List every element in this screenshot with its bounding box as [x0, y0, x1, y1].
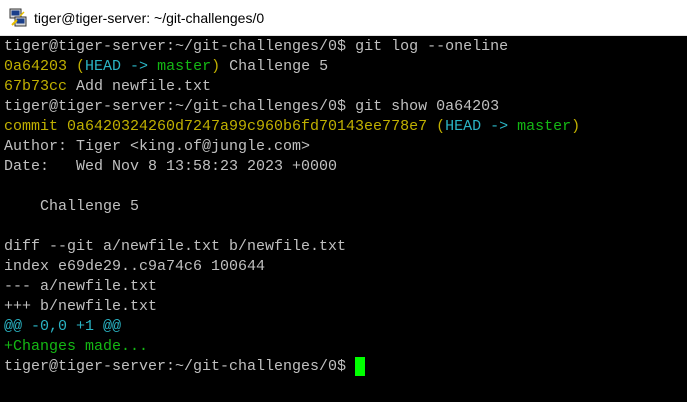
diff-hunk-header: @@ -0,0 +1 @@: [4, 318, 122, 335]
terminal-line: tiger@tiger-server:~/git-challenges/0$ g…: [4, 37, 687, 57]
terminal-line: 67b73cc Add newfile.txt: [4, 77, 687, 97]
commit-message: Add newfile.txt: [67, 78, 212, 95]
diff-old-file: --- a/newfile.txt: [4, 278, 158, 295]
index-line: index e69de29..c9a74c6 100644: [4, 258, 266, 275]
diff-new-file: +++ b/newfile.txt: [4, 298, 158, 315]
ref-close: ): [571, 118, 581, 135]
title-bar[interactable]: tiger@tiger-server: ~/git-challenges/0: [0, 0, 687, 36]
command: git log --oneline: [355, 38, 509, 55]
prompt: tiger@tiger-server:~/git-challenges/0$: [4, 38, 356, 55]
head-ref: HEAD ->: [445, 118, 509, 135]
branch-ref: master: [157, 58, 212, 75]
head-ref: HEAD ->: [85, 58, 149, 75]
window-title: tiger@tiger-server: ~/git-challenges/0: [34, 9, 265, 26]
command: git show 0a64203: [355, 98, 500, 115]
ref-open: (: [76, 58, 86, 75]
prompt: tiger@tiger-server:~/git-challenges/0$: [4, 98, 356, 115]
putty-icon: [8, 8, 28, 28]
ref-open: (: [436, 118, 446, 135]
date-line: Date: Wed Nov 8 13:58:23 2023 +0000: [4, 158, 338, 175]
cursor: [355, 357, 366, 376]
commit-hash: 67b73cc: [4, 78, 68, 95]
terminal-line: tiger@tiger-server:~/git-challenges/0$ g…: [4, 97, 687, 117]
author-line: Author: Tiger <king.of@jungle.com>: [4, 138, 311, 155]
terminal-window: tiger@tiger-server: ~/git-challenges/0 t…: [0, 0, 687, 402]
ref-close: ): [211, 58, 221, 75]
commit-hash: 0a64203: [4, 58, 68, 75]
prompt: tiger@tiger-server:~/git-challenges/0$: [4, 358, 356, 375]
diff-header: diff --git a/newfile.txt b/newfile.txt: [4, 238, 347, 255]
branch-ref: master: [517, 118, 572, 135]
terminal-output[interactable]: tiger@tiger-server:~/git-challenges/0$ g…: [0, 37, 687, 402]
terminal-line: tiger@tiger-server:~/git-challenges/0$: [4, 357, 687, 377]
terminal-line: commit 0a6420324260d7247a99c960b6fd70143…: [4, 117, 687, 137]
commit-message: Challenge 5: [220, 58, 329, 75]
commit-body: Challenge 5: [4, 198, 140, 215]
commit-line: commit 0a6420324260d7247a99c960b6fd70143…: [4, 118, 437, 135]
terminal-line: 0a64203 (HEAD -> master) Challenge 5: [4, 57, 687, 77]
diff-added-line: +Changes made...: [4, 338, 149, 355]
